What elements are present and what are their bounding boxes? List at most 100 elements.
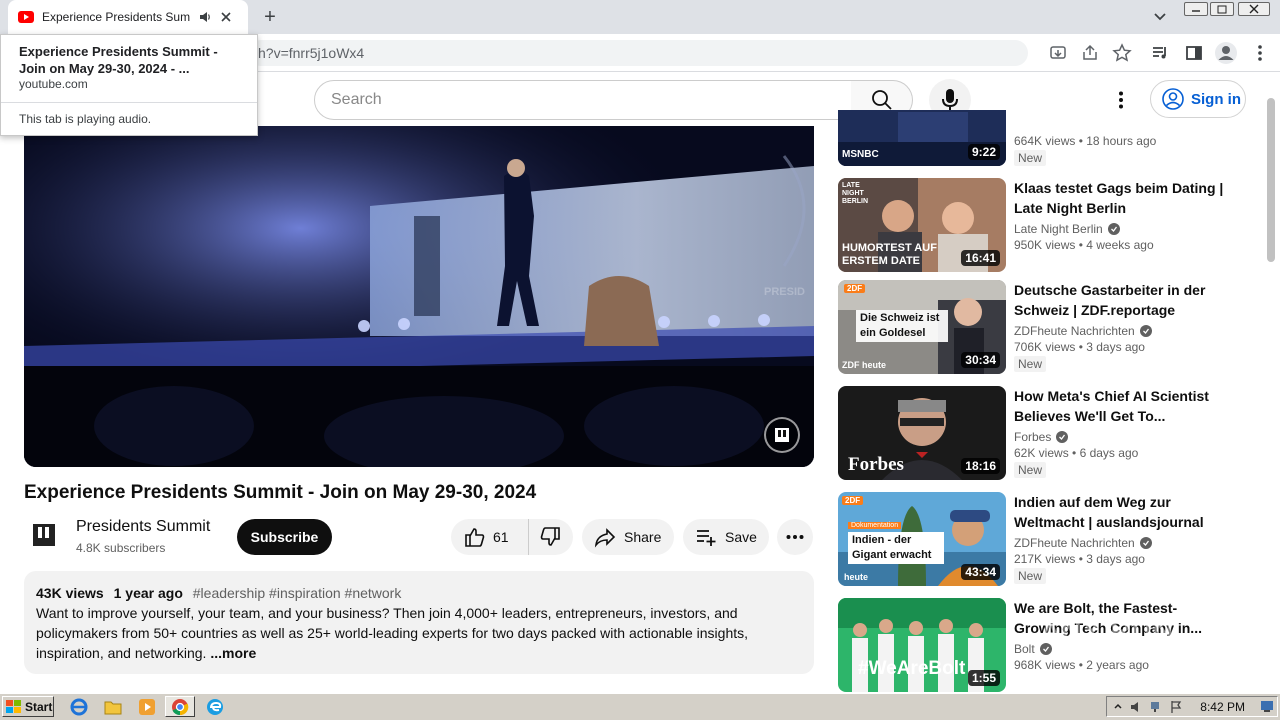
hashtags[interactable]: #leadership #inspiration #network (193, 585, 402, 601)
bookmark-star-icon[interactable] (1112, 43, 1132, 63)
list-item[interactable]: 2DF Dokumentation Indien - der Gigant er… (838, 492, 1228, 588)
install-app-icon[interactable] (1048, 43, 1068, 63)
hover-card-domain: youtube.com (19, 77, 88, 91)
youtube-favicon-icon (18, 11, 34, 23)
close-window-button[interactable] (1238, 2, 1270, 16)
video-thumbnail: Forbes 18:16 (838, 386, 1006, 480)
new-tab-button[interactable]: + (258, 6, 282, 28)
clock[interactable]: 8:42 PM (1200, 700, 1245, 714)
share-page-icon[interactable] (1080, 43, 1100, 63)
tab-search-icon[interactable] (1152, 8, 1168, 24)
video-title[interactable]: How Meta's Chief AI Scientist Believes W… (1014, 386, 1224, 426)
taskbar-chrome-button[interactable] (165, 696, 195, 717)
tab-title: Experience Presidents Summit - (42, 10, 190, 24)
video-thumbnail: 2DF Die Schweiz ist ein Goldesel ZDF heu… (838, 280, 1006, 374)
save-label: Save (725, 529, 757, 545)
list-item[interactable]: Forbes 18:16 How Meta's Chief AI Scienti… (838, 386, 1228, 482)
video-duration: 1:55 (967, 670, 1000, 686)
video-channel[interactable]: ZDFheute Nachrichten (1014, 536, 1224, 550)
show-desktop-icon[interactable] (1260, 699, 1274, 713)
taskbar-explorer-button[interactable] (98, 696, 128, 717)
description-box[interactable]: 43K views 1 year ago #leadership #inspir… (24, 571, 814, 674)
video-channel[interactable]: Forbes (1014, 430, 1224, 444)
address-bar[interactable]: h?v=fnrr5j1oWx4 (248, 40, 1028, 66)
thumbnail-brand: Forbes (848, 454, 904, 475)
network-icon[interactable] (1149, 700, 1163, 714)
save-button[interactable]: Save (683, 519, 769, 555)
video-channel[interactable]: ZDFheute Nachrichten (1014, 324, 1224, 338)
media-player-icon (138, 698, 156, 716)
taskbar-media-player-button[interactable] (132, 696, 162, 717)
close-tab-icon[interactable] (220, 11, 232, 23)
start-button[interactable]: Start (2, 696, 54, 717)
show-more-link[interactable]: ...more (210, 645, 256, 661)
side-panel-icon[interactable] (1184, 43, 1204, 63)
profile-avatar-icon[interactable] (1214, 41, 1238, 65)
new-badge: New (1014, 356, 1047, 372)
thumbnail-show-logo: LATE NIGHT BERLIN (842, 182, 869, 205)
taskbar-edge-button[interactable] (200, 696, 230, 717)
share-arrow-icon (594, 526, 616, 548)
zdf-logo: 2DF (844, 284, 866, 293)
video-views-age: 706K views • 3 days ago (1014, 340, 1145, 354)
volume-icon[interactable] (1129, 700, 1143, 714)
video-title[interactable]: Indien auf dem Weg zur Weltmacht | ausla… (1014, 492, 1224, 532)
share-label: Share (624, 529, 662, 545)
verified-check-icon (1107, 223, 1120, 235)
channel-logo-icon (32, 523, 56, 547)
tray-expand-icon[interactable] (1113, 702, 1123, 712)
video-title: Experience Presidents Summit - Join on M… (24, 482, 537, 503)
video-player[interactable]: PRESID (24, 126, 814, 467)
like-button[interactable]: 61 (451, 519, 529, 555)
video-views-age: 968K views • 2 years ago (1014, 658, 1149, 672)
video-thumbnail: #WeAreBolt 1:55 (838, 598, 1006, 692)
video-title[interactable]: Deutsche Gastarbeiter in der Schweiz | Z… (1014, 280, 1224, 320)
video-thumbnail: LATE NIGHT BERLIN HUMORTEST AUF ERSTEM D… (838, 178, 1006, 272)
internet-explorer-icon (70, 698, 88, 716)
settings-menu-button[interactable] (1110, 88, 1132, 112)
list-item[interactable]: LATE NIGHT BERLIN HUMORTEST AUF ERSTEM D… (838, 178, 1228, 274)
more-actions-button[interactable] (777, 519, 813, 555)
thumbnail-caption: #WeAreBolt (858, 658, 966, 679)
video-channel[interactable]: Late Night Berlin (1014, 222, 1224, 236)
search-input[interactable]: Search (314, 80, 852, 120)
thumbnail-channel-logo: ZDF heute (842, 360, 886, 370)
maximize-window-button[interactable] (1210, 2, 1234, 16)
audio-playing-icon[interactable] (198, 10, 212, 24)
new-badge: New (1014, 568, 1047, 584)
like-count: 61 (493, 529, 509, 545)
playlist-add-icon (695, 526, 717, 548)
video-info: Klaas testet Gags beim Dating | Late Nig… (1014, 178, 1224, 252)
action-center-flag-icon[interactable] (1169, 700, 1183, 714)
edge-icon (206, 698, 224, 716)
minimize-window-button[interactable] (1184, 2, 1208, 16)
folder-icon (104, 699, 122, 715)
thumbnail-category: Dokumentation (848, 522, 902, 529)
media-control-icon[interactable] (1150, 43, 1170, 63)
page-scrollbar-thumb[interactable] (1267, 98, 1275, 262)
list-item[interactable]: MSNBC 9:22 664K views • 18 hours ago New (838, 110, 1228, 166)
dislike-button[interactable] (529, 519, 573, 555)
browser-menu-icon[interactable] (1250, 43, 1270, 63)
video-info: Indien auf dem Weg zur Weltmacht | ausla… (1014, 492, 1224, 585)
taskbar-ie-button[interactable] (64, 696, 94, 717)
verified-check-icon (1056, 431, 1069, 443)
browser-tab[interactable]: Experience Presidents Summit - (8, 0, 248, 34)
zdf-logo: 2DF (842, 496, 864, 505)
sign-in-label: Sign in (1191, 90, 1241, 108)
channel-name[interactable]: Presidents Summit (76, 518, 210, 536)
list-item[interactable]: 2DF Die Schweiz ist ein Goldesel ZDF heu… (838, 280, 1228, 376)
thumbnail-caption: HUMORTEST AUF ERSTEM DATE (842, 242, 937, 267)
channel-avatar[interactable] (28, 519, 60, 551)
subscribe-button[interactable]: Subscribe (237, 519, 332, 555)
thumbnail-channel-logo: heute (844, 572, 869, 582)
new-badge: New (1014, 462, 1047, 478)
channel-watermark-button[interactable] (764, 417, 800, 453)
video-title[interactable]: Klaas testet Gags beim Dating | Late Nig… (1014, 178, 1224, 218)
like-dislike-group: 61 (451, 519, 573, 555)
share-button[interactable]: Share (582, 519, 674, 555)
new-badge: New (1014, 150, 1047, 166)
microphone-icon (941, 88, 959, 112)
start-label: Start (25, 699, 53, 714)
thumbnail-brand: MSNBC (842, 149, 879, 160)
